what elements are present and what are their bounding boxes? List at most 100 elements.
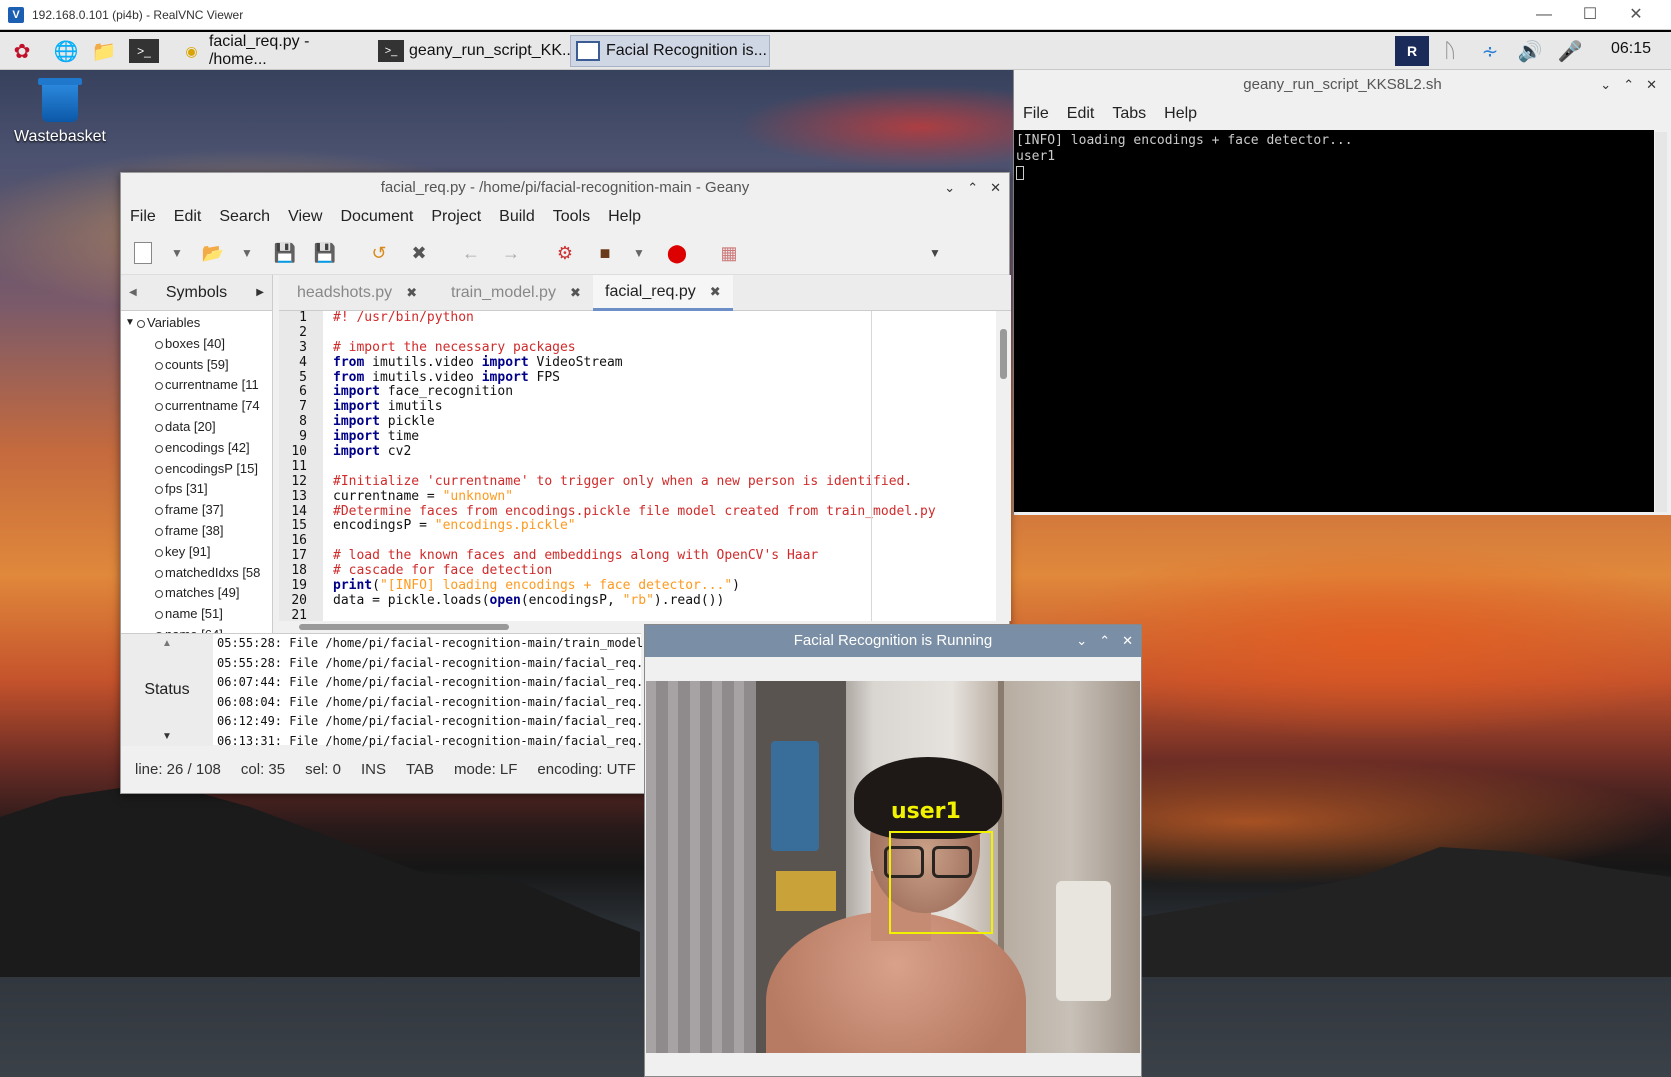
scroll-thumb[interactable] <box>1000 329 1007 379</box>
code-line[interactable]: # import the necessary packages <box>333 340 993 356</box>
execute-icon[interactable]: ⬤ <box>663 239 691 267</box>
code-line[interactable]: import face_recognition <box>333 385 993 400</box>
chevron-up-icon[interactable]: ⌃ <box>1099 625 1110 657</box>
chevron-down-icon[interactable]: ▼ <box>625 239 653 267</box>
chevron-left-icon[interactable]: ◀ <box>129 287 137 298</box>
close-file-icon[interactable]: ✖ <box>405 239 433 267</box>
close-icon[interactable]: ✖ <box>406 285 417 301</box>
geany-title-bar[interactable]: facial_req.py - /home/pi/facial-recognit… <box>121 173 1009 203</box>
code-line[interactable]: # load the known faces and embeddings al… <box>333 548 993 564</box>
task-geany[interactable]: ◉ facial_req.py - /home... <box>175 33 365 68</box>
color-chooser-icon[interactable]: ▦ <box>715 239 743 267</box>
chevron-down-icon[interactable]: ▼ <box>162 731 172 742</box>
symbol-item[interactable]: fps [31] <box>121 479 272 500</box>
symbol-item[interactable]: encodings [42] <box>121 438 272 459</box>
code-line[interactable]: import imutils <box>333 399 993 415</box>
terminal-output[interactable]: [INFO] loading encodings + face detector… <box>1014 130 1654 512</box>
menu-project[interactable]: Project <box>422 208 490 226</box>
menu-document[interactable]: Document <box>331 208 422 226</box>
volume-icon[interactable]: 🔊 <box>1514 36 1546 66</box>
toolbar-overflow-icon[interactable]: ▼ <box>921 239 949 267</box>
symbol-item[interactable]: currentname [74 <box>121 396 272 417</box>
close-icon[interactable]: ✖ <box>710 284 721 300</box>
code-line[interactable]: print("[INFO] loading encodings + face d… <box>333 578 993 594</box>
file-manager-icon[interactable]: 📁 <box>88 36 120 66</box>
vnc-server-icon[interactable]: R <box>1395 36 1429 66</box>
cv-title-bar[interactable]: Facial Recognition is Running ⌄ ⌃ ✕ <box>645 625 1141 657</box>
chevron-up-icon[interactable]: ▲ <box>162 638 172 649</box>
code-line[interactable]: import cv2 <box>333 444 993 460</box>
terminal-menu-tabs[interactable]: Tabs <box>1103 105 1155 123</box>
chevron-down-icon[interactable]: ⌄ <box>944 173 955 203</box>
menu-tools[interactable]: Tools <box>544 208 599 226</box>
clock[interactable]: 06:15 <box>1611 40 1651 58</box>
code-line[interactable]: encodingsP = "encodings.pickle" <box>333 519 993 534</box>
terminal-menu-file[interactable]: File <box>1014 105 1058 123</box>
terminal-title-bar[interactable]: geany_run_script_KKS8L2.sh ⌄ ⌃ ✕ <box>1014 70 1671 100</box>
code-line[interactable]: currentname = "unknown" <box>333 489 993 505</box>
code-line[interactable] <box>333 326 993 341</box>
code-line[interactable]: import time <box>333 429 993 445</box>
terminal-menu-help[interactable]: Help <box>1155 105 1206 123</box>
code-line[interactable] <box>333 609 993 621</box>
code-line[interactable]: #Initialize 'currentname' to trigger onl… <box>333 474 993 490</box>
terminal-menu-edit[interactable]: Edit <box>1058 105 1104 123</box>
code-line[interactable]: import pickle <box>333 414 993 430</box>
terminal-scrollbar[interactable] <box>1655 132 1667 512</box>
close-icon[interactable]: ✕ <box>1646 70 1657 100</box>
chevron-down-icon[interactable]: ▼ <box>163 239 191 267</box>
wifi-icon[interactable]: ∻ <box>1474 36 1506 66</box>
menu-search[interactable]: Search <box>210 208 279 226</box>
symbol-item[interactable]: frame [38] <box>121 521 272 542</box>
chevron-right-icon[interactable]: ▶ <box>256 287 264 298</box>
tab-symbols[interactable]: ◀ Symbols ▶ <box>121 275 272 311</box>
code-line[interactable] <box>333 460 993 475</box>
close-button[interactable]: ✕ <box>1613 0 1659 30</box>
close-icon[interactable]: ✖ <box>570 285 581 301</box>
arrow-left-icon[interactable]: ← <box>457 239 485 267</box>
open-file-icon[interactable]: 📂 <box>199 239 227 267</box>
tab-facial-req[interactable]: facial_req.py ✖ <box>593 275 733 311</box>
close-icon[interactable]: ✕ <box>1122 625 1133 657</box>
editor-vertical-scrollbar[interactable] <box>996 311 1011 621</box>
task-terminal[interactable]: >_ geany_run_script_KK... <box>374 35 575 67</box>
symbol-item[interactable]: boxes [40] <box>121 334 272 355</box>
bluetooth-icon[interactable]: ᚢ <box>1434 36 1466 66</box>
symbol-item[interactable]: key [91] <box>121 542 272 563</box>
menu-view[interactable]: View <box>279 208 331 226</box>
symbol-item[interactable]: encodingsP [15] <box>121 459 272 480</box>
web-browser-icon[interactable]: 🌐 <box>50 36 82 66</box>
close-icon[interactable]: ✕ <box>990 173 1001 203</box>
code-line[interactable]: data = pickle.loads(open(encodingsP, "rb… <box>333 593 993 609</box>
symbol-group-variables[interactable]: ▼ Variables <box>121 313 272 334</box>
code-editor[interactable]: 1 2 3 4 5 6 7 8 9 10 11 12 13 14 15 16 17 18 19 20 21 #! /us… <box>279 311 996 621</box>
tab-train-model[interactable]: train_model.py ✖ <box>439 275 593 311</box>
chevron-down-icon[interactable]: ⌄ <box>1600 70 1611 100</box>
build-icon[interactable]: ■ <box>591 239 619 267</box>
symbol-item[interactable]: currentname [11 <box>121 375 272 396</box>
menu-build[interactable]: Build <box>490 208 544 226</box>
symbol-item[interactable]: data [20] <box>121 417 272 438</box>
maximize-button[interactable]: ☐ <box>1567 0 1613 30</box>
symbol-item[interactable]: name [51] <box>121 604 272 625</box>
scroll-thumb[interactable] <box>299 624 509 630</box>
wastebasket-desktop-item[interactable]: Wastebasket <box>10 78 110 146</box>
raspberry-menu-icon[interactable]: ✿ <box>6 36 38 66</box>
save-icon[interactable]: 💾 <box>271 239 299 267</box>
tab-headshots[interactable]: headshots.py ✖ <box>285 275 429 311</box>
arrow-right-icon[interactable]: → <box>497 239 525 267</box>
symbol-item[interactable]: counts [59] <box>121 355 272 376</box>
symbol-item[interactable]: matchedIdxs [58 <box>121 563 272 584</box>
chevron-down-icon[interactable]: ▼ <box>233 239 261 267</box>
revert-icon[interactable]: ↺ <box>365 239 393 267</box>
symbol-item[interactable]: frame [37] <box>121 500 272 521</box>
menu-help[interactable]: Help <box>599 208 650 226</box>
symbol-item[interactable]: matches [49] <box>121 583 272 604</box>
code-line[interactable]: #! /usr/bin/python <box>333 311 993 326</box>
menu-edit[interactable]: Edit <box>165 208 211 226</box>
code-line[interactable]: # cascade for face detection <box>333 563 993 579</box>
save-all-icon[interactable]: 💾 <box>311 239 339 267</box>
chevron-up-icon[interactable]: ⌃ <box>967 173 978 203</box>
task-facial-recognition[interactable]: Facial Recognition is... <box>570 35 770 67</box>
code-line[interactable]: from imutils.video import VideoStream <box>333 355 993 371</box>
